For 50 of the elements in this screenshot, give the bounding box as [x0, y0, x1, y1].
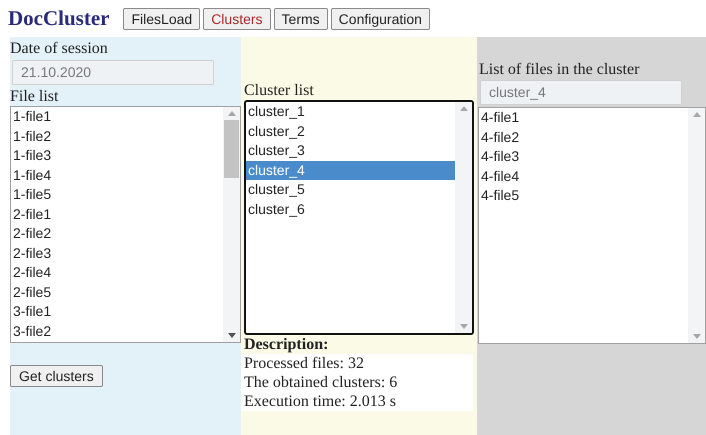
tab[interactable]: FilesLoad [123, 8, 200, 30]
list-item[interactable]: cluster_1 [246, 102, 455, 122]
scroll-up-icon[interactable] [692, 112, 700, 117]
list-item[interactable]: 3-file2 [11, 322, 223, 341]
list-item[interactable]: cluster_2 [246, 122, 455, 141]
description-line: Execution time: 2.013 s [243, 392, 397, 411]
scroll-down-icon[interactable] [228, 333, 236, 338]
file-listbox[interactable]: 1-file1 1-file2 1-file3 1-file4 1-file5 2-file1 2-file2 2-file3 2-file4 2-file5 3-file1 3-file2 [10, 106, 241, 343]
list-label: List of files in the cluster [479, 60, 640, 79]
description-line: The obtained clusters: 6 [243, 373, 398, 392]
scroll-up-icon[interactable] [460, 106, 468, 111]
cluster-listbox[interactable]: cluster_1 cluster_2 cluster_3 cluster_4 cluster_5 cluster_6 [244, 100, 474, 335]
list-item[interactable]: cluster_3 [246, 141, 455, 160]
tab[interactable]: Clusters [203, 8, 271, 30]
app-title: DocCluster [8, 6, 110, 31]
scrollbar-thumb[interactable] [224, 120, 239, 178]
list-item[interactable]: 4-file1 [479, 108, 688, 128]
date-field[interactable]: 21.10.2020 [12, 60, 214, 85]
get-clusters-button[interactable]: Get clusters [10, 365, 103, 387]
list-item[interactable]: 2-file3 [11, 244, 223, 263]
list-item[interactable]: cluster_5 [246, 180, 455, 200]
scrollbar[interactable] [223, 107, 240, 342]
list-item[interactable]: 3-file1 [11, 302, 223, 322]
list-item[interactable]: 2-file4 [11, 263, 223, 282]
list-item[interactable]: cluster_6 [246, 200, 455, 219]
description-heading: Description: [241, 335, 473, 354]
list-item[interactable]: 1-file2 [11, 126, 223, 146]
scroll-up-icon[interactable] [228, 111, 236, 116]
list-item[interactable]: 2-file1 [11, 204, 223, 224]
list-item[interactable]: 4-file5 [479, 186, 688, 206]
list-item[interactable]: 2-file5 [11, 282, 223, 302]
description-line: Processed files: 32 [243, 354, 365, 373]
list-item[interactable]: 1-file5 [11, 185, 223, 204]
list-item[interactable]: 1-file4 [11, 166, 223, 185]
list-label: File list [10, 87, 60, 106]
list-item[interactable]: 4-file3 [479, 147, 688, 166]
cluster-files-listbox[interactable]: 4-file1 4-file2 4-file3 4-file4 4-file5 [478, 107, 706, 344]
list-item[interactable]: 1-file3 [11, 146, 223, 166]
cluster-name-field[interactable]: cluster_4 [480, 80, 682, 105]
scrollbar[interactable] [455, 102, 472, 333]
field-label: Date of session [10, 39, 109, 58]
scrollbar[interactable] [688, 108, 705, 343]
tab[interactable]: Configuration [330, 8, 430, 30]
list-label: Cluster list [244, 81, 315, 100]
list-item[interactable]: 4-file2 [479, 128, 688, 147]
tab[interactable]: Terms [274, 8, 328, 30]
list-item[interactable]: cluster_4 [246, 160, 455, 180]
list-item[interactable]: 2-file2 [11, 224, 223, 244]
list-item[interactable]: 4-file4 [479, 166, 688, 186]
list-item[interactable]: 1-file1 [11, 107, 223, 126]
